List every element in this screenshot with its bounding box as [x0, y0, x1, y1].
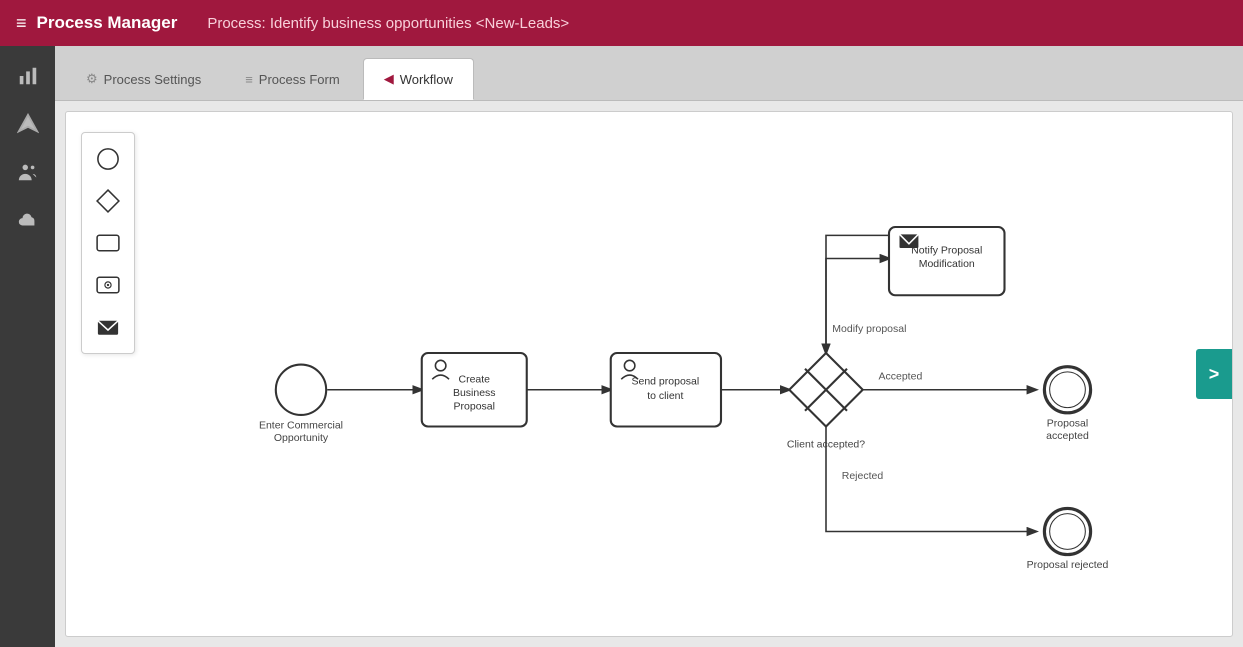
hamburger-menu[interactable]: ≡ [16, 13, 27, 34]
main-area: ⚙ Process Settings ≡ Process Form ◀ Work… [55, 46, 1243, 647]
workflow-icon: ◀ [384, 71, 394, 87]
start-event-tool[interactable] [90, 141, 126, 177]
sidebar-item-navigation[interactable] [6, 102, 50, 146]
workflow-canvas: Accepted Rejected Modify proposal Enter … [65, 111, 1233, 637]
tab-process-settings[interactable]: ⚙ Process Settings [65, 58, 222, 100]
svg-text:Modify proposal: Modify proposal [832, 323, 906, 335]
tab-process-settings-label: Process Settings [104, 72, 202, 87]
sidebar-item-cloud[interactable] [6, 198, 50, 242]
task-tool[interactable] [90, 225, 126, 261]
tabs-bar: ⚙ Process Settings ≡ Process Form ◀ Work… [55, 46, 1243, 101]
tab-process-form-label: Process Form [259, 72, 340, 87]
expand-panel-button[interactable]: > [1196, 349, 1232, 399]
svg-text:Send proposal: Send proposal [631, 376, 699, 388]
process-title: Process: Identify business opportunities… [207, 15, 569, 32]
message-task-tool[interactable] [90, 309, 126, 345]
svg-text:Business: Business [453, 387, 496, 399]
svg-text:Rejected: Rejected [842, 470, 884, 482]
main-layout: ⚙ Process Settings ≡ Process Form ◀ Work… [0, 46, 1243, 647]
sidebar-item-reports[interactable] [6, 54, 50, 98]
form-icon: ≡ [245, 72, 253, 87]
svg-text:to client: to client [647, 390, 683, 402]
svg-text:Notify Proposal: Notify Proposal [911, 244, 982, 256]
gateway-tool[interactable] [90, 183, 126, 219]
svg-text:Proposal: Proposal [454, 401, 495, 413]
tab-process-form[interactable]: ≡ Process Form [224, 58, 361, 100]
settings-icon: ⚙ [86, 71, 98, 87]
tab-workflow[interactable]: ◀ Workflow [363, 58, 474, 100]
service-task-tool[interactable] [90, 267, 126, 303]
topbar: ≡ Process Manager Process: Identify busi… [0, 0, 1243, 46]
tab-workflow-label: Workflow [400, 72, 453, 87]
sidebar-item-people[interactable] [6, 150, 50, 194]
svg-text:Client accepted?: Client accepted? [787, 439, 865, 451]
start-event-node [276, 365, 326, 415]
svg-text:Proposal rejected: Proposal rejected [1027, 559, 1109, 571]
toolbox [81, 132, 135, 354]
chevron-right-icon: > [1209, 364, 1220, 385]
svg-text:accepted: accepted [1046, 430, 1089, 442]
svg-text:Modification: Modification [919, 258, 975, 270]
svg-text:Enter Commercial: Enter Commercial [259, 420, 343, 432]
svg-text:Opportunity: Opportunity [274, 432, 329, 444]
bpmn-diagram: Accepted Rejected Modify proposal Enter … [141, 122, 1217, 626]
svg-text:Accepted: Accepted [879, 370, 923, 382]
sidebar [0, 46, 55, 647]
svg-text:Proposal: Proposal [1047, 418, 1088, 430]
app-title: Process Manager [37, 13, 178, 33]
svg-text:Create: Create [458, 373, 490, 385]
